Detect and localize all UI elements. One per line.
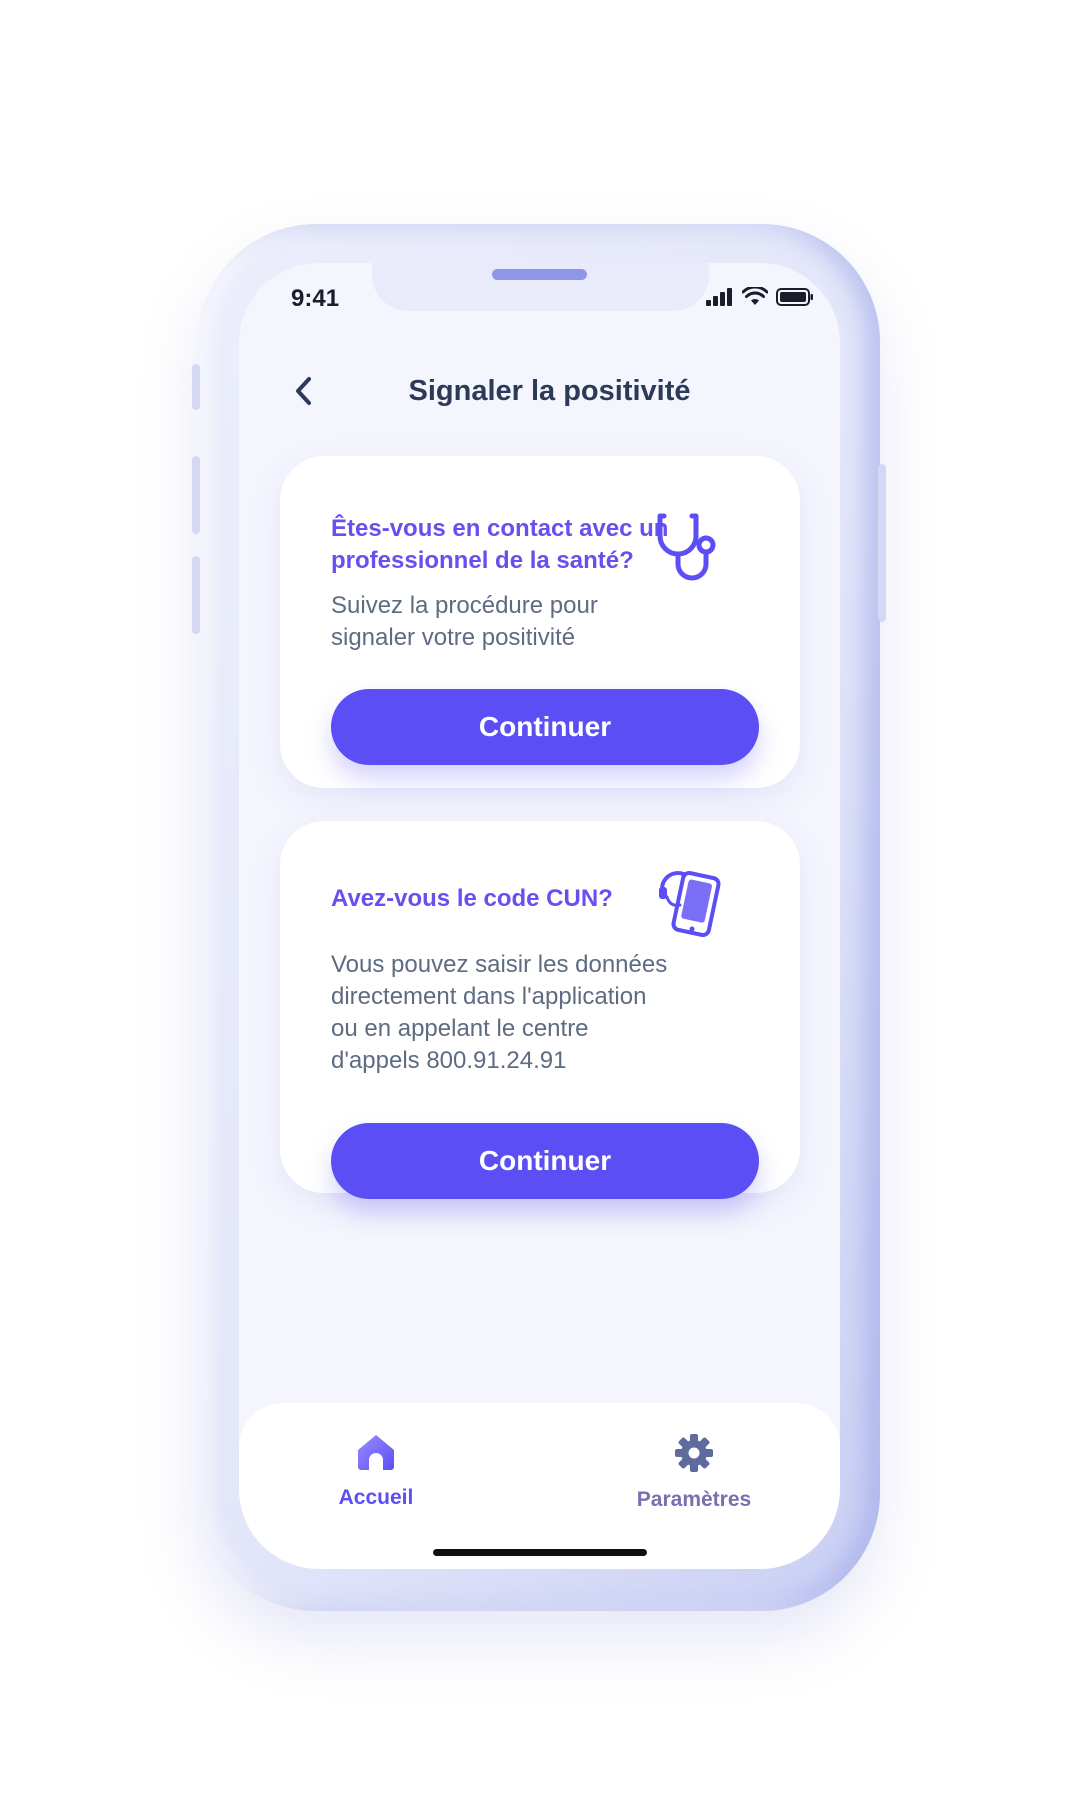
tab-accueil[interactable]: Accueil (296, 1433, 456, 1510)
cun-code-card: Avez-vous le code CUN? Vous pouvez saisi… (280, 821, 800, 1199)
card-description-line: d'appels 800.91.24.91 (331, 1047, 567, 1074)
home-icon (358, 1435, 394, 1470)
status-time: 9:41 (291, 285, 340, 312)
tab-bar: Accueil Paramètres (239, 1403, 840, 1569)
home-indicator (433, 1549, 647, 1556)
gear-icon (675, 1434, 713, 1472)
tab-label: Accueil (338, 1486, 414, 1509)
header: Signaler la positivité (239, 363, 840, 423)
mute-switch (192, 364, 200, 410)
signal-icon (706, 287, 732, 306)
power-button (878, 464, 886, 622)
card-description-line: ou en appelant le centre (331, 1015, 589, 1042)
card-title-line: Êtes-vous en contact avec un (331, 515, 669, 542)
wifi-icon (742, 287, 768, 305)
card-description: Suivez la procédure pour signaler votre … (331, 590, 598, 654)
notch (372, 263, 709, 311)
phone-frame: 9:41 Signaler la positivité Êtes-vous en… (192, 224, 886, 1611)
speaker-grill (492, 269, 587, 280)
card-title: Avez-vous le code CUN? (331, 883, 613, 915)
volume-down-button (192, 556, 200, 634)
card-title-line: professionnel de la santé? (331, 547, 634, 574)
card-description: Vous pouvez saisir les données directeme… (331, 949, 667, 1077)
tab-label: Paramètres (636, 1488, 752, 1511)
volume-up-button (192, 456, 200, 534)
continue-button[interactable]: Continuer (331, 689, 759, 765)
card-description-line: signaler votre positivité (331, 624, 576, 651)
continue-button[interactable]: Continuer (331, 1123, 759, 1199)
health-professional-card: Êtes-vous en contact avec un professionn… (280, 456, 800, 788)
card-description-line: Vous pouvez saisir les données (331, 951, 668, 978)
card-title-line: Avez-vous le code CUN? (331, 885, 613, 912)
phone-support-icon (659, 871, 721, 937)
card-description-line: directement dans l'application (331, 983, 647, 1010)
page-title: Signaler la positivité (408, 375, 691, 407)
battery-icon (776, 287, 813, 306)
app-screen: 9:41 Signaler la positivité Êtes-vous en… (239, 263, 840, 1569)
status-icons (706, 287, 814, 306)
tab-parametres[interactable]: Paramètres (614, 1433, 774, 1512)
card-title: Êtes-vous en contact avec un professionn… (331, 513, 668, 577)
stethoscope-icon (657, 513, 716, 581)
card-description-line: Suivez la procédure pour (331, 592, 598, 619)
